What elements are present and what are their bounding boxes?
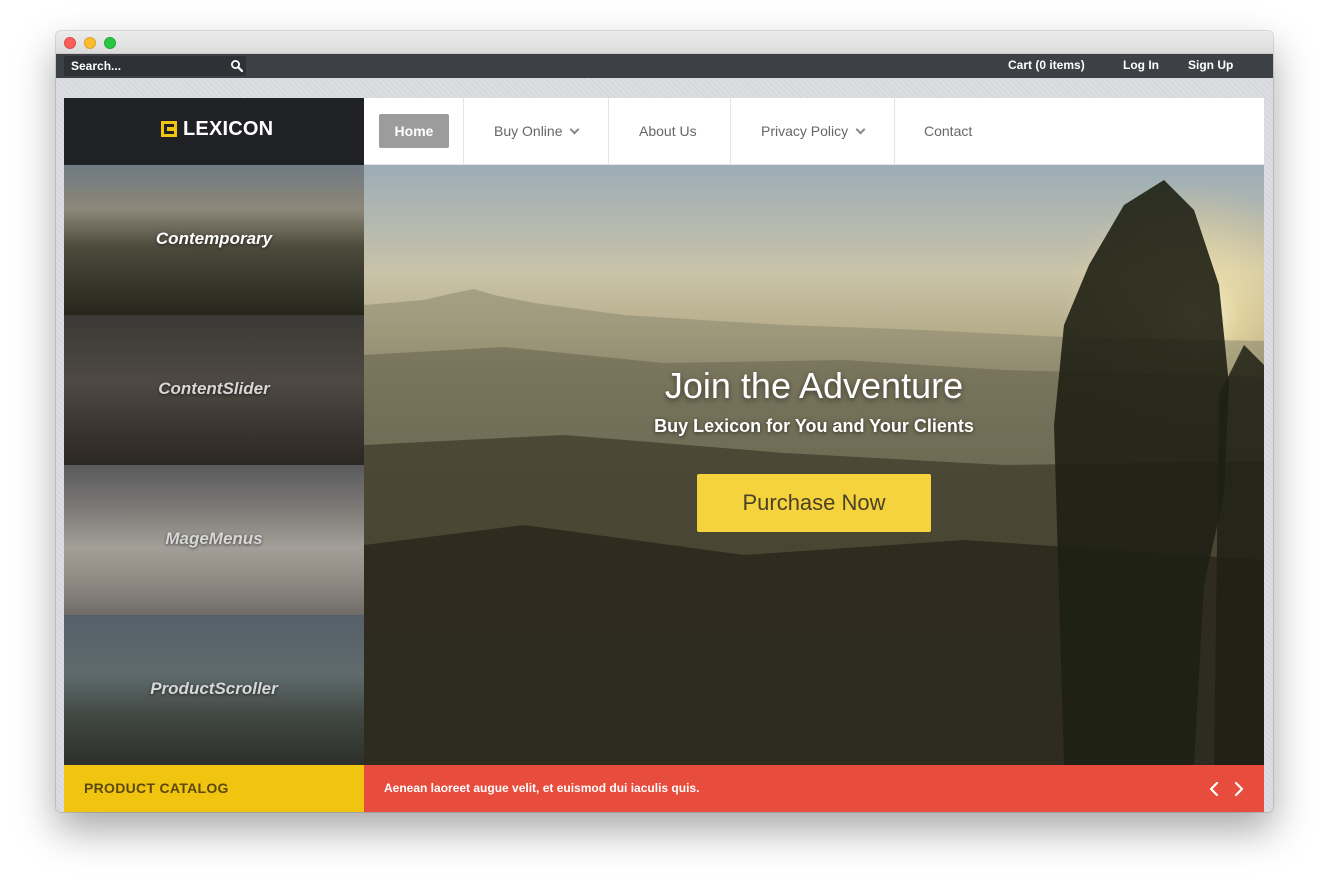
site-container: LEXICON Home Buy Online About Us Privacy… [64,98,1264,812]
side-panel-contentslider[interactable]: ContentSlider [64,315,364,465]
nav-about-us[interactable]: About Us [639,98,697,165]
chevron-right-icon[interactable] [1230,781,1246,797]
product-catalog-label: PRODUCT CATALOG [84,780,229,796]
logo-text: LEXICON [183,118,274,140]
hero-subtitle: Buy Lexicon for You and Your Clients [654,416,974,436]
browser-window: Cart (0 items) Log In Sign Up LEXICON Ho… [56,31,1273,812]
side-panel-magemenus[interactable]: MageMenus [64,465,364,615]
ticker-text: Aenean laoreet augue velit, et euismod d… [384,781,700,795]
minimize-window-button[interactable] [84,37,96,49]
hero-banner: Join the Adventure Buy Lexicon for You a… [364,165,1264,765]
nav-buy-online-label: Buy Online [494,123,563,139]
search-icon[interactable] [230,59,244,73]
nav-divider [894,98,895,165]
side-panel-label: Contemporary [155,229,273,248]
zoom-window-button[interactable] [104,37,116,49]
purchase-now-button[interactable]: Purchase Now [697,474,931,532]
chevron-left-icon[interactable] [1207,781,1223,797]
nav-privacy-policy-label: Privacy Policy [761,123,849,139]
close-window-button[interactable] [64,37,76,49]
logo-area[interactable]: LEXICON [64,98,364,165]
cart-link[interactable]: Cart (0 items) [1008,58,1085,72]
logo-icon [161,121,177,137]
search-input[interactable] [64,56,224,76]
nav-divider [608,98,609,165]
login-link[interactable]: Log In [1123,58,1159,72]
main-nav: Home Buy Online About Us Privacy Policy … [364,98,1264,165]
chevron-down-icon [855,124,866,135]
nav-privacy-policy[interactable]: Privacy Policy [761,98,866,165]
nav-home[interactable]: Home [379,114,449,148]
search-box [64,56,246,76]
top-utility-bar: Cart (0 items) Log In Sign Up [56,54,1273,78]
news-ticker: Aenean laoreet augue velit, et euismod d… [364,765,1264,812]
window-titlebar [56,31,1273,54]
nav-divider [730,98,731,165]
side-panel-contemporary[interactable]: Contemporary [64,165,364,315]
product-catalog-bar[interactable]: PRODUCT CATALOG [64,765,364,812]
chevron-down-icon [570,124,580,135]
side-panel-productscroller[interactable]: ProductScroller [64,615,364,765]
side-panel-label: MageMenus [165,529,263,548]
hero-title: Join the Adventure [664,365,964,406]
hero-landscape [364,180,1264,765]
nav-buy-online[interactable]: Buy Online [494,98,580,165]
signup-link[interactable]: Sign Up [1188,58,1233,72]
side-panel-label: ContentSlider [158,379,270,398]
nav-divider [463,98,464,165]
nav-contact[interactable]: Contact [924,98,972,165]
side-panel-label: ProductScroller [150,679,278,698]
